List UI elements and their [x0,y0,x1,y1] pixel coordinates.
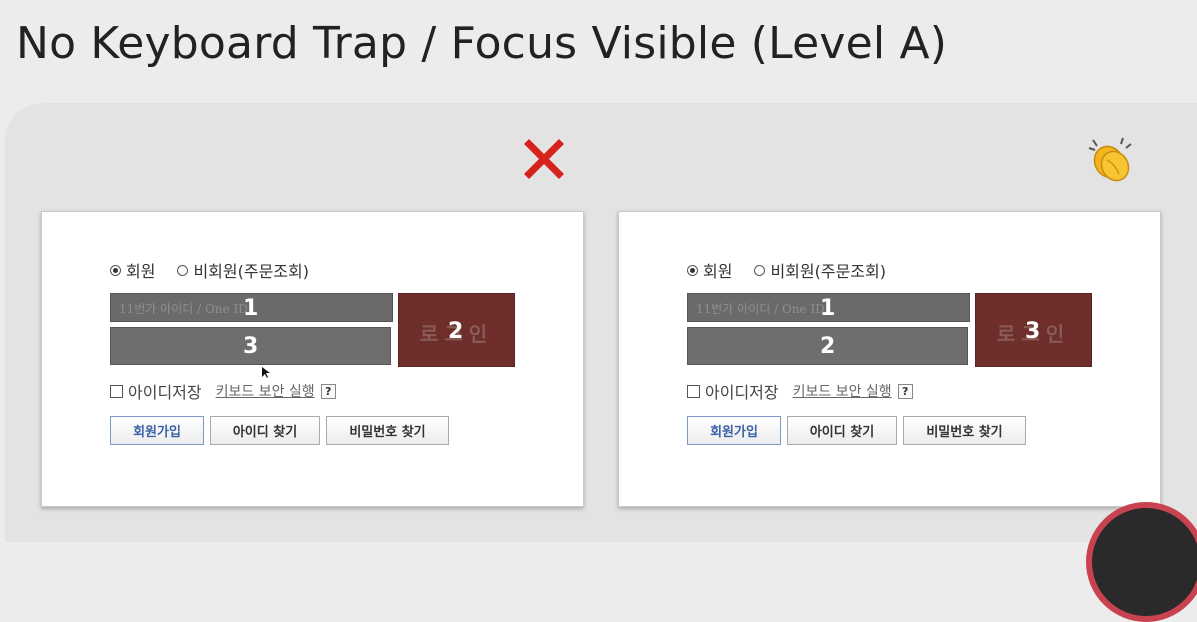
member-type-radio-group: 회원 비회원(주문조회) [687,258,908,282]
login-panel-good-example: 회원 비회원(주문조회) 11번가 아이디 / One ID 로그인 1 2 3… [618,211,1161,507]
save-id-checkbox[interactable] [687,384,700,398]
id-input[interactable]: 11번가 아이디 / One ID [687,293,970,322]
password-input[interactable] [110,327,391,365]
red-x-icon [524,139,564,179]
save-id-label: 아이디저장 [705,383,779,402]
radio-member[interactable]: 회원 [687,258,732,282]
find-password-button[interactable]: 비밀번호 찾기 [903,416,1026,445]
keyboard-security-link[interactable]: 키보드 보안 실행 [216,381,315,401]
mouse-cursor-icon [262,367,270,378]
presenter-avatar [1086,502,1197,622]
help-icon[interactable]: ? [320,383,336,399]
password-input[interactable] [687,327,968,365]
radio-guest[interactable]: 비회원(주문조회) [177,258,309,282]
help-icon[interactable]: ? [897,383,913,399]
radio-member-label: 회원 [703,262,733,281]
id-input-placeholder: 11번가 아이디 / One ID [119,302,248,316]
save-id-checkbox[interactable] [110,384,123,398]
login-panel-bad-example: 회원 비회원(주문조회) 11번가 아이디 / One ID 로그인 1 2 3… [41,211,584,507]
save-id-row: 아이디저장 키보드 보안 실행 ? [687,381,913,402]
find-id-button[interactable]: 아이디 찾기 [210,416,320,445]
radio-member-dot[interactable] [110,264,121,276]
login-button-label: 로그인 [996,322,1071,346]
save-id-row: 아이디저장 키보드 보안 실행 ? [110,381,336,402]
slide-title: No Keyboard Trap / Focus Visible (Level … [16,18,948,69]
signup-button[interactable]: 회원가입 [687,416,781,445]
login-button[interactable]: 로그인 [398,293,515,367]
save-id-label: 아이디저장 [128,383,202,402]
account-button-row: 회원가입 아이디 찾기 비밀번호 찾기 [110,416,449,445]
login-button-label: 로그인 [419,322,494,346]
member-type-radio-group: 회원 비회원(주문조회) [110,258,331,282]
id-input[interactable]: 11번가 아이디 / One ID [110,293,393,322]
radio-member-label: 회원 [126,262,156,281]
radio-guest-dot[interactable] [754,264,766,276]
radio-member-dot[interactable] [687,264,698,276]
keyboard-security-link[interactable]: 키보드 보안 실행 [793,381,892,401]
find-id-button[interactable]: 아이디 찾기 [787,416,897,445]
account-button-row: 회원가입 아이디 찾기 비밀번호 찾기 [687,416,1026,445]
radio-guest-label: 비회원(주문조회) [193,262,309,281]
radio-member[interactable]: 회원 [110,258,155,282]
clapping-hands-icon [1088,137,1132,182]
find-password-button[interactable]: 비밀번호 찾기 [326,416,449,445]
radio-guest-dot[interactable] [177,264,189,276]
login-button[interactable]: 로그인 [975,293,1092,367]
radio-guest-label: 비회원(주문조회) [770,262,886,281]
radio-guest[interactable]: 비회원(주문조회) [754,258,886,282]
signup-button[interactable]: 회원가입 [110,416,204,445]
id-input-placeholder: 11번가 아이디 / One ID [696,302,825,316]
